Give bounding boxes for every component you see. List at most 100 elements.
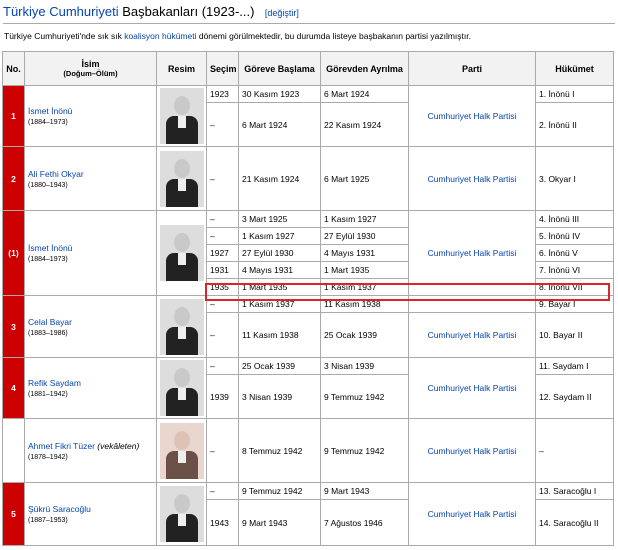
election-cell: 1927 bbox=[206, 244, 239, 262]
pm-number: (1) bbox=[2, 210, 25, 296]
pm-number: 4 bbox=[2, 357, 25, 419]
election-cell: – bbox=[206, 312, 239, 358]
pm-photo-cell bbox=[156, 146, 207, 211]
col-start: Göreve Başlama bbox=[238, 51, 321, 86]
start-date-cell: 27 Eylül 1930 bbox=[238, 244, 321, 262]
col-name: İsim (Doğum–Ölüm) bbox=[24, 51, 157, 86]
highlight-box bbox=[205, 283, 610, 301]
photo-head bbox=[174, 306, 190, 326]
start-date-cell: 25 Ocak 1939 bbox=[238, 357, 321, 375]
pm-years: (1887–1953) bbox=[28, 517, 68, 524]
photo-shirt bbox=[178, 514, 186, 526]
col-gov: Hükümet bbox=[535, 51, 614, 86]
col-end: Görevden Ayrılma bbox=[320, 51, 409, 86]
pm-name-link[interactable]: Ahmet Fikri Tüzer bbox=[28, 441, 95, 451]
ali-fethi-okyar-photo[interactable] bbox=[160, 150, 204, 207]
pm-photo-cell bbox=[156, 418, 207, 483]
end-date-cell: 1 Mart 1935 bbox=[320, 261, 409, 279]
pm-years: (1881–1942) bbox=[28, 391, 68, 398]
pm-number bbox=[2, 418, 25, 483]
pm-years: (1880–1943) bbox=[28, 181, 68, 189]
government-cell: 6. İnönü V bbox=[535, 244, 614, 262]
government-cell: 13. Saracoğlu I bbox=[535, 482, 614, 500]
party-link[interactable]: Cumhuriyet Halk Partisi bbox=[408, 146, 536, 211]
election-cell: – bbox=[206, 418, 239, 483]
photo-head bbox=[174, 430, 190, 450]
header-row: No. İsim (Doğum–Ölüm) Resim Seçim Göreve … bbox=[2, 51, 614, 86]
table-row: 5 Şükrü Saracoğlu (1887–1953) –9 Temmuz 194… bbox=[2, 482, 614, 546]
party-link[interactable]: Cumhuriyet Halk Partisi bbox=[408, 312, 536, 358]
pm-name-link[interactable]: Celal Bayar bbox=[28, 317, 72, 327]
pm-name-link[interactable]: Refik Saydam bbox=[28, 378, 81, 388]
start-date-cell: 1 Kasım 1927 bbox=[238, 227, 321, 245]
photo-shirt bbox=[178, 450, 186, 463]
col-no: No. bbox=[2, 51, 25, 86]
party-link[interactable]: Cumhuriyet Halk Partisi bbox=[408, 357, 536, 419]
celal-bayar-photo[interactable] bbox=[160, 298, 204, 355]
election-cell: 1939 bbox=[206, 374, 239, 419]
table-row: (1) İsmet İnönü (1884–1973) –3 Mart 1925 1 K… bbox=[2, 210, 614, 296]
photo-shirt bbox=[178, 253, 186, 265]
start-date-cell: 3 Mart 1925 bbox=[238, 210, 321, 228]
sukru-saracoglu-photo[interactable] bbox=[160, 486, 204, 542]
pm-number: 2 bbox=[2, 146, 25, 211]
pm-name-suffix: (vekâleten) bbox=[94, 440, 140, 451]
end-date-cell: 1 Kasım 1927 bbox=[320, 210, 409, 228]
party-link[interactable]: Cumhuriyet Halk Partisi bbox=[408, 482, 536, 546]
pm-name-cell: Ahmet Fikri Tüzer (vekâleten) (1878–1942) bbox=[24, 418, 157, 483]
start-date-cell: 4 Mayıs 1931 bbox=[238, 261, 321, 279]
election-cell: – bbox=[206, 210, 239, 228]
photo-shirt bbox=[178, 388, 186, 400]
government-cell: 3. Okyar I bbox=[535, 146, 614, 211]
pm-name-link[interactable]: İsmet İnönü bbox=[28, 243, 72, 253]
pm-name-link[interactable]: Ali Fethi Okyar bbox=[28, 169, 84, 179]
table-row: 2 Ali Fethi Okyar (1880–1943) –21 Kasım 192… bbox=[2, 146, 614, 211]
pm-name-link[interactable]: Şükrü Saracoğlu bbox=[28, 504, 91, 514]
election-cell: 1943 bbox=[206, 499, 239, 546]
ahmet-fikri-tuzer-photo[interactable] bbox=[160, 422, 204, 479]
heading-link[interactable]: Türkiye Cumhuriyeti bbox=[3, 4, 119, 19]
party-link[interactable]: Cumhuriyet Halk Partisi bbox=[408, 418, 536, 483]
pm-photo-cell bbox=[156, 357, 207, 419]
start-date-cell: 30 Kasım 1923 bbox=[238, 85, 321, 103]
pm-name-cell: Ali Fethi Okyar (1880–1943) bbox=[24, 146, 157, 211]
photo-shirt bbox=[178, 178, 186, 191]
ismet-inonu-photo-2[interactable] bbox=[160, 225, 204, 281]
start-date-cell: 3 Nisan 1939 bbox=[238, 374, 321, 419]
government-cell: 14. Saracoğlu II bbox=[535, 499, 614, 546]
election-cell: 1931 bbox=[206, 261, 239, 279]
end-date-cell: 3 Nisan 1939 bbox=[320, 357, 409, 375]
section-heading: Türkiye Cumhuriyeti Başbakanları (1923-.… bbox=[3, 3, 615, 24]
party-link[interactable]: Cumhuriyet Halk Partisi bbox=[408, 85, 536, 147]
pm-photo-cell bbox=[156, 210, 207, 296]
table-row: Ahmet Fikri Tüzer (vekâleten) (1878–1942)… bbox=[2, 418, 614, 483]
pm-number: 5 bbox=[2, 482, 25, 546]
election-cell: – bbox=[206, 102, 239, 147]
election-cell: – bbox=[206, 482, 239, 500]
pm-years: (1883–1986) bbox=[28, 329, 68, 337]
government-cell: 2. İnönü II bbox=[535, 102, 614, 147]
edit-link[interactable]: [değiştir] bbox=[265, 8, 299, 18]
start-date-cell: 8 Temmuz 1942 bbox=[238, 418, 321, 483]
coalition-link[interactable]: koalisyon hükümeti bbox=[124, 31, 196, 41]
election-cell: – bbox=[206, 357, 239, 375]
start-date-cell: 9 Mart 1943 bbox=[238, 499, 321, 546]
refik-saydam-photo[interactable] bbox=[160, 360, 204, 416]
start-date-cell: 11 Kasım 1938 bbox=[238, 312, 321, 358]
start-date-cell: 21 Kasım 1924 bbox=[238, 146, 321, 211]
pm-name-link[interactable]: İsmet İnönü bbox=[28, 106, 72, 116]
government-cell: 4. İnönü III bbox=[535, 210, 614, 228]
pm-years: (1884–1973) bbox=[28, 119, 68, 126]
end-date-cell: 22 Kasım 1924 bbox=[320, 102, 409, 147]
end-date-cell: 27 Eylül 1930 bbox=[320, 227, 409, 245]
ismet-inonu-photo[interactable] bbox=[160, 88, 204, 144]
start-date-cell: 6 Mart 1924 bbox=[238, 102, 321, 147]
government-cell: 1. İnönü I bbox=[535, 85, 614, 103]
government-cell: 10. Bayar II bbox=[535, 312, 614, 358]
pm-photo-cell bbox=[156, 295, 207, 358]
end-date-cell: 6 Mart 1924 bbox=[320, 85, 409, 103]
end-date-cell: 9 Temmuz 1942 bbox=[320, 374, 409, 419]
pm-photo-cell bbox=[156, 482, 207, 546]
government-cell: – bbox=[535, 418, 614, 483]
heading-text: Başbakanları (1923-...) bbox=[118, 4, 255, 19]
